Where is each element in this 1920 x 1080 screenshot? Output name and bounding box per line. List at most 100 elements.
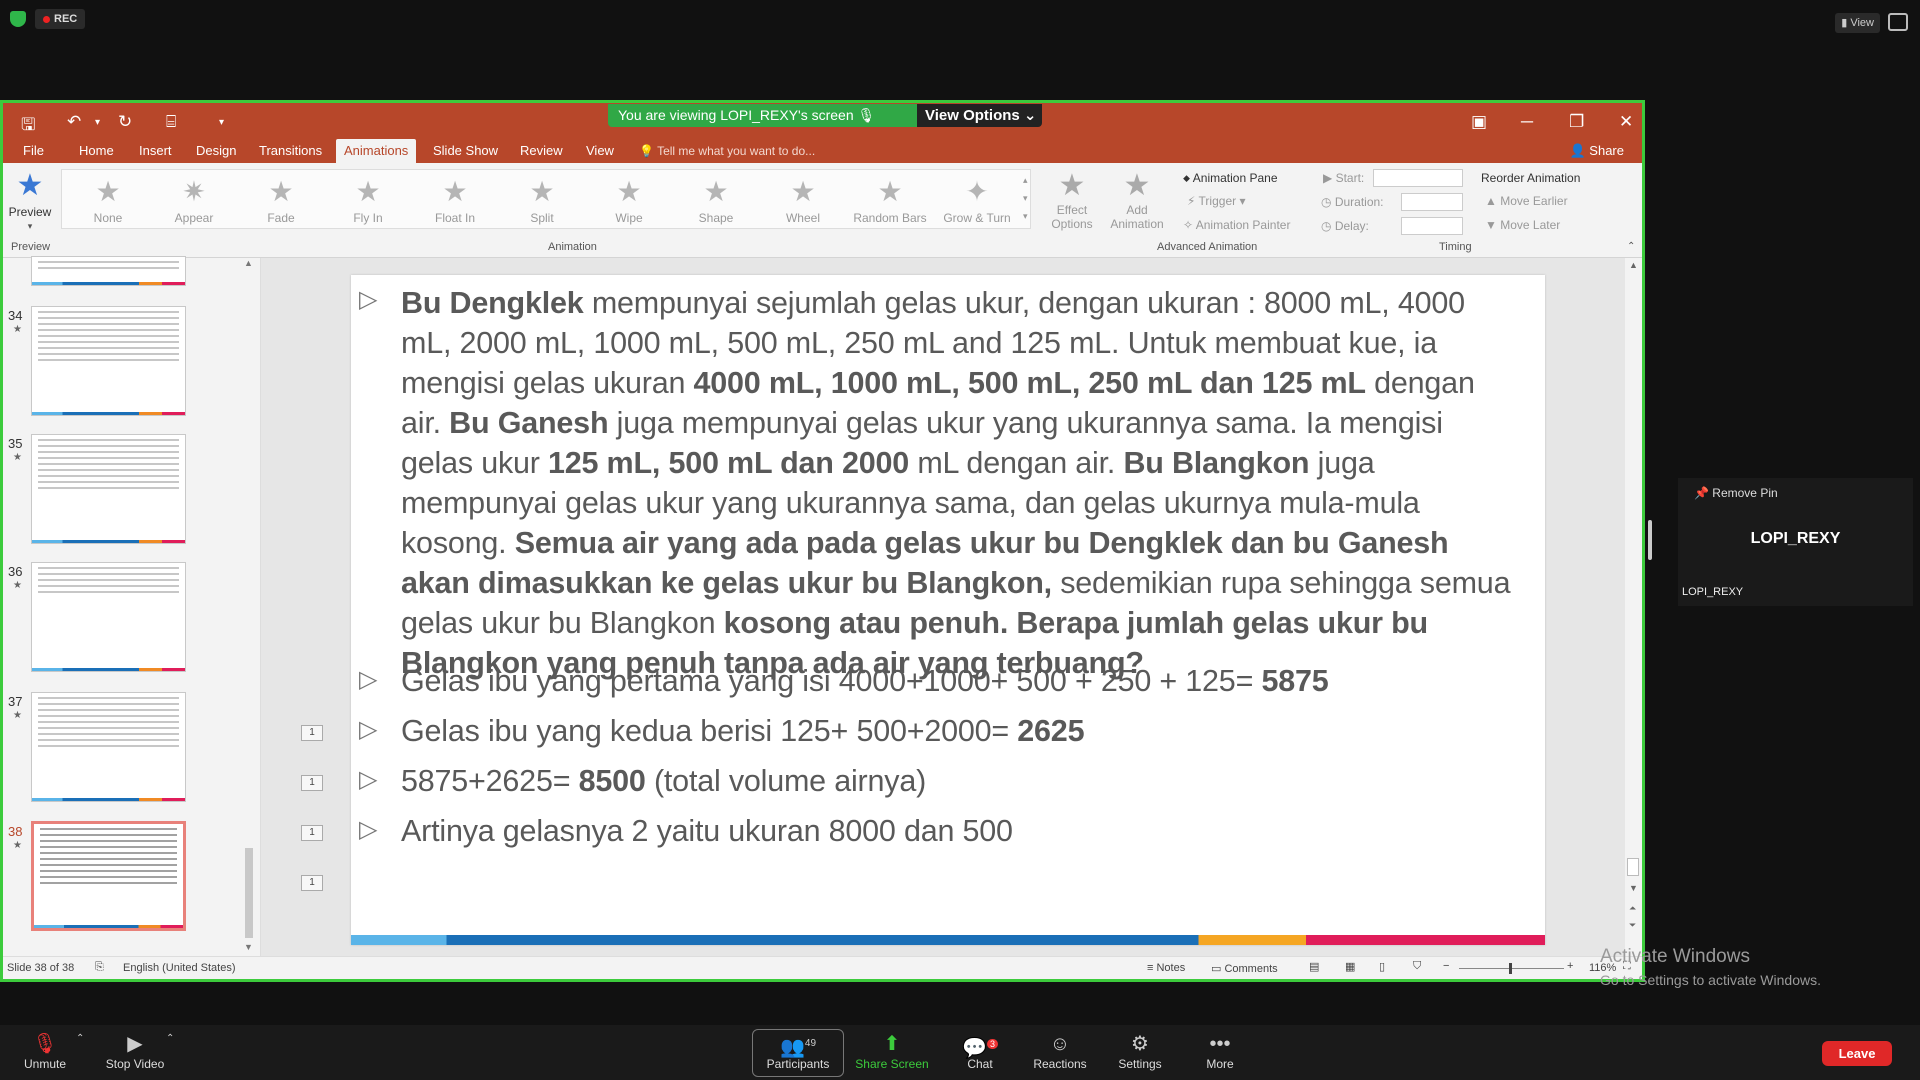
animation-order-tag[interactable]: 1 xyxy=(301,725,323,741)
scroll-thumb[interactable] xyxy=(1627,858,1639,876)
undo-icon[interactable]: ↶ xyxy=(67,112,81,132)
slide-thumb-36[interactable] xyxy=(31,562,186,672)
animation-order-tag[interactable]: 1 xyxy=(301,775,323,791)
tab-slide-show[interactable]: Slide Show xyxy=(425,139,506,163)
animation-pane-button[interactable]: 🞙 Animation Pane xyxy=(1183,171,1278,186)
delay-label: ◷ Delay: xyxy=(1321,219,1369,233)
slide-thumb-35[interactable] xyxy=(31,434,186,544)
settings-button[interactable]: ⚙ Settings xyxy=(1100,1031,1180,1071)
anim-none[interactable]: ★ None xyxy=(67,173,149,225)
start-from-beginning-icon[interactable]: ⌸ xyxy=(166,112,176,132)
participants-button[interactable]: 👥49 Participants xyxy=(758,1031,838,1071)
anim-random-bars[interactable]: ★ Random Bars xyxy=(849,173,931,225)
anim-wipe[interactable]: ★ Wipe xyxy=(588,173,670,225)
editor-scrollbar[interactable]: ▲ ▼ ⏶ ⏷ xyxy=(1625,258,1642,956)
move-earlier-button[interactable]: ▲ Move Earlier xyxy=(1485,194,1568,208)
preview-button[interactable]: ★ Preview ▾ xyxy=(7,169,53,232)
tab-transitions[interactable]: Transitions xyxy=(251,139,330,163)
trigger-button[interactable]: ⚡ Trigger ▾ xyxy=(1187,194,1245,208)
tab-file[interactable]: File xyxy=(15,139,52,163)
animation-painter-button[interactable]: ✧ Animation Painter xyxy=(1183,218,1290,232)
gallery-scroll[interactable]: ▴ ▾ ▾ xyxy=(1023,171,1033,225)
video-options-icon[interactable]: ⌃ xyxy=(166,1033,174,1044)
reactions-button[interactable]: ☺ Reactions xyxy=(1020,1031,1100,1071)
animation-order-tag[interactable]: 1 xyxy=(301,875,323,891)
next-slide-icon[interactable]: ⏷ xyxy=(1629,920,1636,931)
start-select[interactable] xyxy=(1373,169,1463,187)
anim-float-in[interactable]: ★ Float In xyxy=(414,173,496,225)
thumbnail-scrollbar[interactable]: ▲ ▼ xyxy=(241,258,257,956)
slide-thumb-37[interactable] xyxy=(31,692,186,802)
camera-icon: ▶ xyxy=(127,1033,143,1055)
close-icon[interactable]: ✕ xyxy=(1619,112,1633,132)
add-animation-button[interactable]: ★ Add Animation xyxy=(1107,169,1167,231)
previous-slide-icon[interactable]: ⏶ xyxy=(1629,903,1636,914)
scroll-up-icon[interactable]: ▲ xyxy=(1629,260,1638,270)
leave-button[interactable]: Leave xyxy=(1822,1041,1892,1066)
notes-button[interactable]: ≡ Notes xyxy=(1147,962,1185,974)
comments-button[interactable]: ▭ Comments xyxy=(1211,962,1278,975)
scroll-down-icon[interactable]: ▼ xyxy=(1629,883,1638,893)
pinned-video-panel[interactable]: 📌 Remove Pin LOPI_REXY LOPI_REXY xyxy=(1678,478,1913,606)
unmute-button[interactable]: 🎙 Unmute xyxy=(5,1031,85,1071)
scroll-up-icon[interactable]: ▲ xyxy=(244,258,253,268)
slide-thumb-34[interactable] xyxy=(31,306,186,416)
animation-order-tag[interactable]: 1 xyxy=(301,825,323,841)
collapse-ribbon-icon[interactable]: ⌃ xyxy=(1627,241,1635,252)
text-run: mL dengan air. xyxy=(909,446,1124,480)
anim-appear[interactable]: ✷ Appear xyxy=(153,173,235,225)
restore-icon[interactable]: ❐ xyxy=(1569,112,1584,132)
zoom-in-icon[interactable]: + xyxy=(1567,960,1573,972)
chat-button[interactable]: 💬 3 Chat xyxy=(940,1031,1020,1071)
tab-view[interactable]: View xyxy=(578,139,622,163)
anim-fade[interactable]: ★ Fade xyxy=(240,173,322,225)
activate-windows-title: Activate Windows xyxy=(1600,946,1750,967)
normal-view-icon[interactable]: ▤ xyxy=(1309,960,1319,973)
recording-indicator[interactable]: REC xyxy=(35,9,86,29)
slideshow-view-icon[interactable]: ⛉ xyxy=(1413,960,1421,973)
customize-toolbar-icon[interactable]: ▾ xyxy=(219,117,224,128)
audio-options-icon[interactable]: ⌃ xyxy=(76,1033,84,1044)
anim-grow-turn[interactable]: ✦ Grow & Turn xyxy=(936,173,1018,225)
scroll-down-icon[interactable]: ▼ xyxy=(244,942,253,952)
tab-review[interactable]: Review xyxy=(512,139,571,163)
more-dots-icon: ••• xyxy=(1209,1033,1231,1055)
more-button[interactable]: ••• More xyxy=(1180,1031,1260,1071)
tab-animations[interactable]: Animations xyxy=(336,139,417,163)
anim-shape[interactable]: ★ Shape xyxy=(675,173,757,225)
language-indicator[interactable]: English (United States) xyxy=(123,962,236,974)
delay-input[interactable] xyxy=(1401,217,1463,235)
redo-icon[interactable]: ↻ xyxy=(118,112,132,132)
security-shield-icon[interactable] xyxy=(10,11,26,27)
share-screen-button[interactable]: ⬆ Share Screen xyxy=(852,1031,932,1071)
anim-wheel[interactable]: ★ Wheel xyxy=(762,173,844,225)
view-options-button[interactable]: View Options ⌄ xyxy=(917,104,1042,127)
scroll-thumb[interactable] xyxy=(245,848,253,938)
tell-me-search[interactable]: 💡 Tell me what you want to do... xyxy=(639,139,815,163)
duration-input[interactable] xyxy=(1401,193,1463,211)
anim-fly-in[interactable]: ★ Fly In xyxy=(327,173,409,225)
slide-thumb-33[interactable] xyxy=(31,256,186,286)
slide-thumb-38[interactable] xyxy=(31,821,186,931)
undo-dropdown-icon[interactable]: ▾ xyxy=(95,117,100,128)
ribbon-display-icon[interactable]: ▣ xyxy=(1471,112,1487,132)
share-button[interactable]: 👤 Share xyxy=(1569,139,1624,163)
move-later-button[interactable]: ▼ Move Later xyxy=(1485,218,1560,232)
stop-video-button[interactable]: ▶ Stop Video xyxy=(95,1031,175,1071)
spellcheck-icon[interactable]: ⎘ xyxy=(95,961,104,974)
anim-split[interactable]: ★ Split xyxy=(501,173,583,225)
effect-options-button[interactable]: ★ Effect Options xyxy=(1047,169,1097,231)
tab-insert[interactable]: Insert xyxy=(131,139,180,163)
zoom-out-icon[interactable]: − xyxy=(1443,960,1449,972)
fullscreen-icon[interactable] xyxy=(1888,13,1908,31)
view-layout-button[interactable]: ▮ View xyxy=(1835,13,1880,33)
tab-design[interactable]: Design xyxy=(188,139,244,163)
remove-pin-button[interactable]: 📌 Remove Pin xyxy=(1694,486,1778,500)
minimize-icon[interactable]: ─ xyxy=(1521,112,1533,132)
reading-view-icon[interactable]: ▯ xyxy=(1379,960,1385,973)
slide-canvas[interactable]: ▷ Bu Dengklek mempunyai sejumlah gelas u… xyxy=(351,275,1545,945)
zoom-slider-thumb[interactable] xyxy=(1509,963,1512,974)
tab-home[interactable]: Home xyxy=(71,139,122,163)
slide-sorter-icon[interactable]: ▦ xyxy=(1345,960,1355,973)
panel-resize-handle[interactable] xyxy=(1648,520,1652,560)
